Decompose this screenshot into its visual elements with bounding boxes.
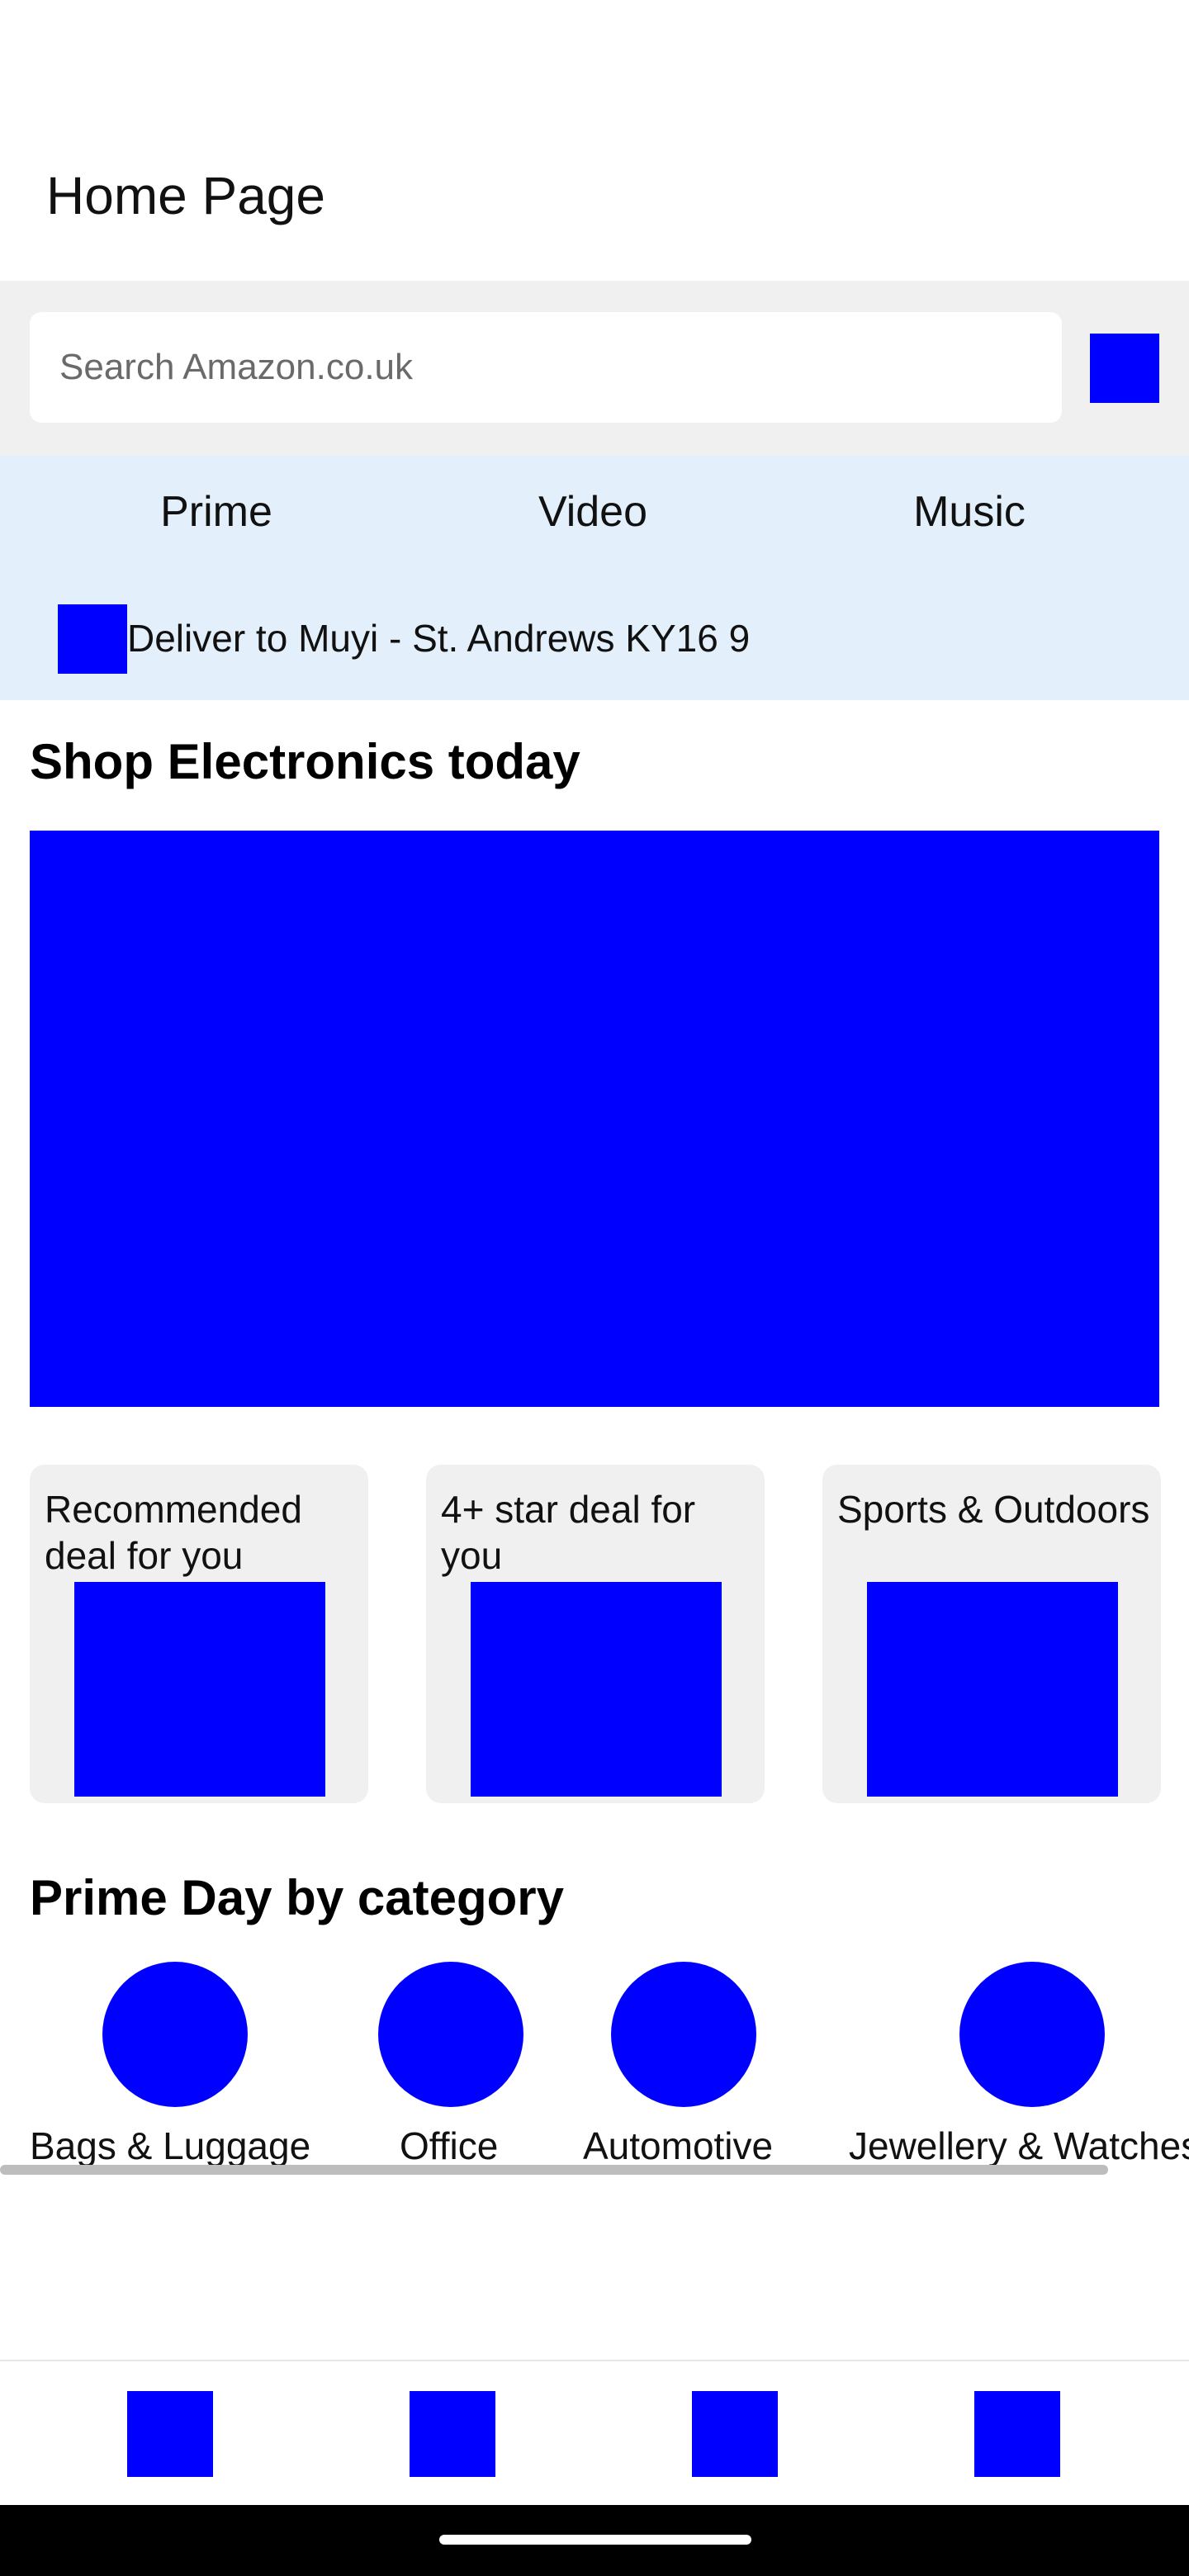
account-icon[interactable] — [410, 2391, 495, 2477]
card-image — [74, 1582, 325, 1797]
home-indicator[interactable] — [439, 2535, 751, 2545]
deal-card-sports-outdoors[interactable]: Sports & Outdoors — [822, 1465, 1161, 1803]
category-label-office[interactable]: Office — [400, 2124, 498, 2168]
tab-music[interactable]: Music — [846, 487, 1093, 537]
bottom-nav-divider — [0, 2360, 1189, 2361]
card-title: Sports & Outdoors — [837, 1488, 1150, 1531]
category-image-jewellery-watches[interactable] — [959, 1962, 1105, 2107]
card-title: Recommended deal for you — [45, 1488, 302, 1577]
card-title: 4+ star deal for you — [441, 1488, 696, 1577]
search-input[interactable] — [30, 312, 1062, 423]
menu-icon[interactable] — [974, 2391, 1060, 2477]
section-title-electronics: Shop Electronics today — [30, 734, 580, 789]
search-icon[interactable] — [1090, 334, 1159, 403]
category-image-bags-luggage[interactable] — [102, 1962, 248, 2107]
page-title: Home Page — [46, 166, 325, 225]
category-scrollbar[interactable] — [0, 2165, 1108, 2175]
deliver-to-text[interactable]: Deliver to Muyi - St. Andrews KY16 9 — [127, 616, 750, 661]
category-label-automotive[interactable]: Automotive — [583, 2124, 773, 2168]
section-title-prime-day: Prime Day by category — [30, 1870, 564, 1925]
cart-icon[interactable] — [692, 2391, 778, 2477]
card-image — [471, 1582, 722, 1797]
category-image-automotive[interactable] — [611, 1962, 756, 2107]
category-image-office[interactable] — [378, 1962, 523, 2107]
category-label-jewellery-watches[interactable]: Jewellery & Watches — [849, 2124, 1189, 2168]
home-icon[interactable] — [127, 2391, 213, 2477]
tab-prime[interactable]: Prime — [92, 487, 340, 537]
tab-video[interactable]: Video — [469, 487, 717, 537]
electronics-hero-banner[interactable] — [30, 831, 1159, 1407]
category-label-bags-luggage[interactable]: Bags & Luggage — [30, 2124, 310, 2168]
card-image — [867, 1582, 1118, 1797]
deal-card-recommended[interactable]: Recommended deal for you — [30, 1465, 368, 1803]
location-pin-icon[interactable] — [58, 604, 127, 674]
deal-card-4-star[interactable]: 4+ star deal for you — [426, 1465, 765, 1803]
